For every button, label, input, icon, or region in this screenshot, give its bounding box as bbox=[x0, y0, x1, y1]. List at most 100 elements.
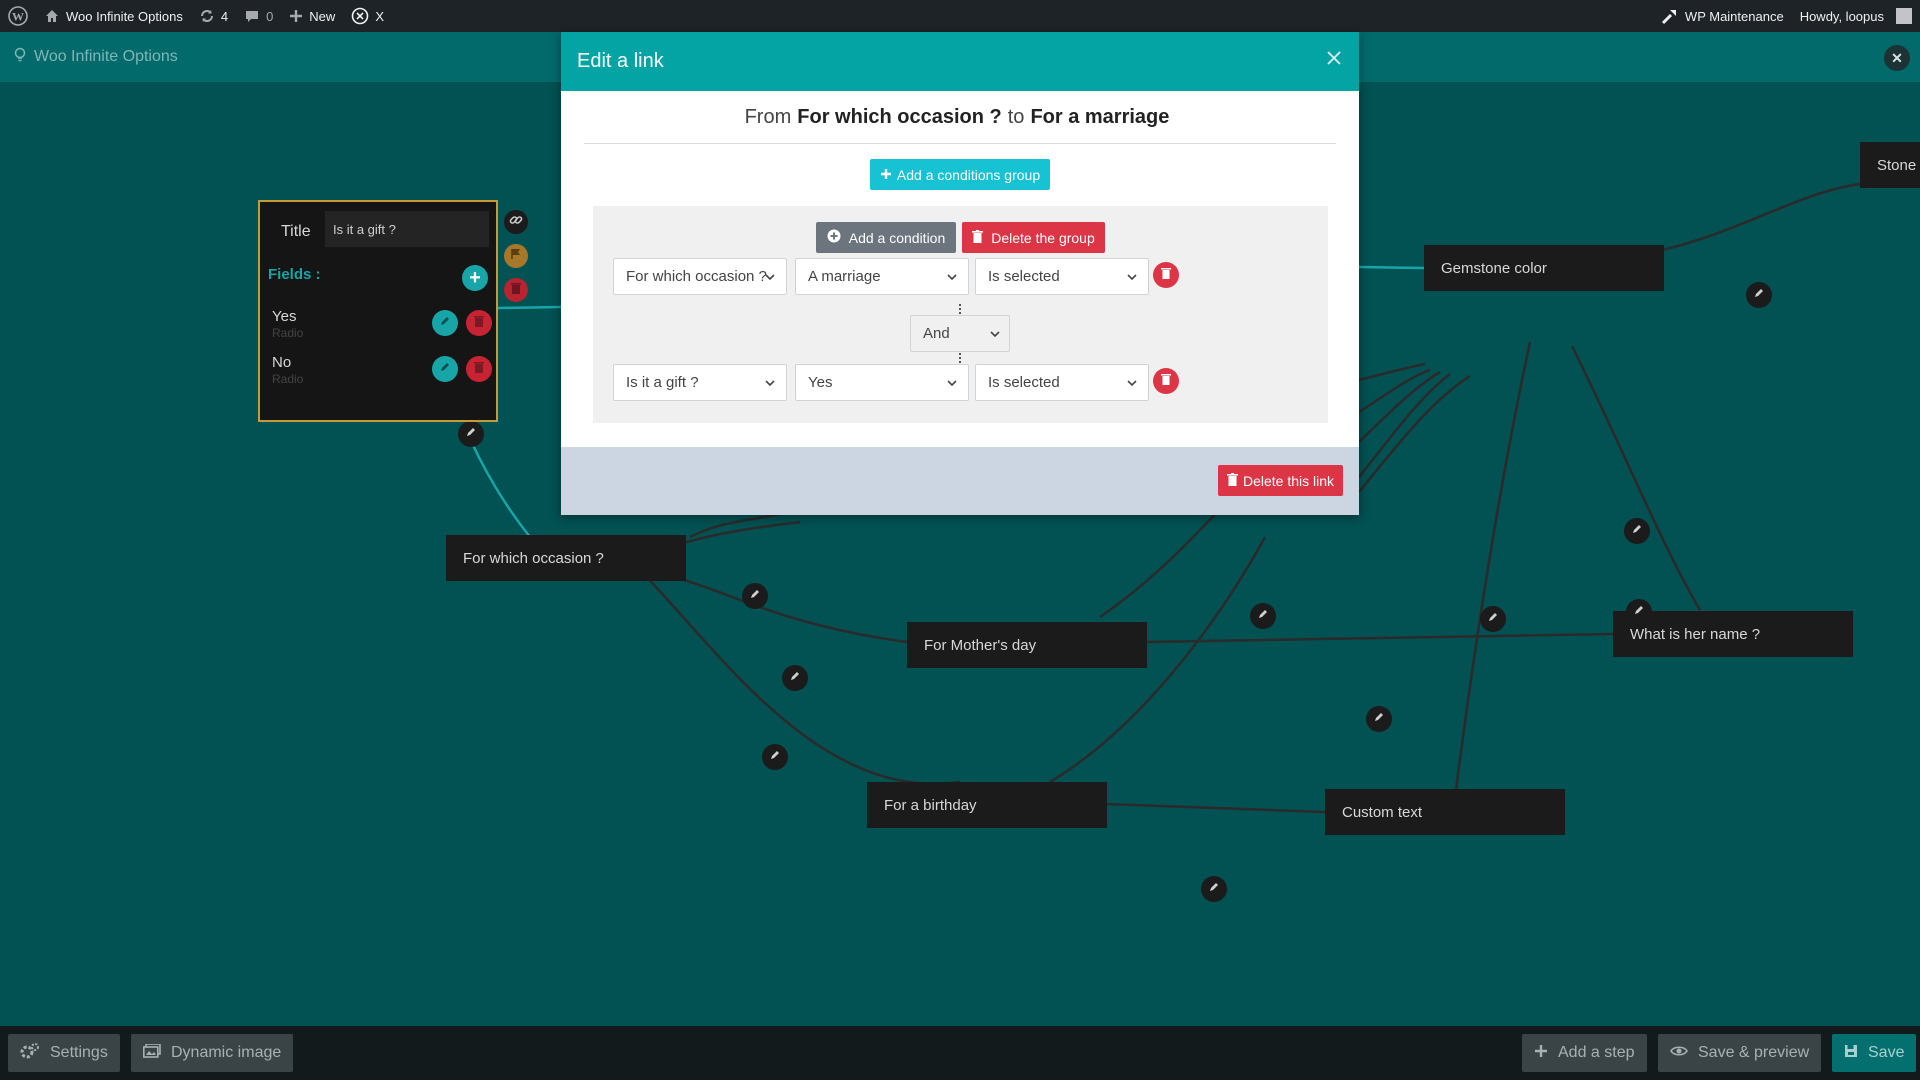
site-name-menu[interactable]: Woo Infinite Options bbox=[36, 0, 191, 32]
link-edit-pin[interactable] bbox=[1201, 876, 1227, 902]
trash-icon bbox=[474, 314, 484, 332]
link-edit-pin[interactable] bbox=[458, 421, 484, 447]
updates-menu[interactable]: 4 bbox=[191, 0, 236, 32]
step-node-label: Gemstone color bbox=[1441, 259, 1547, 277]
chevron-down-icon bbox=[989, 327, 1001, 344]
condition-operator-select[interactable]: Is selected bbox=[975, 364, 1149, 401]
pencil-icon bbox=[1753, 286, 1765, 304]
new-content-menu[interactable]: New bbox=[281, 0, 343, 32]
delete-link-button[interactable]: Delete this link bbox=[1218, 465, 1343, 496]
link-edit-pin[interactable] bbox=[1624, 518, 1650, 544]
link-birthday-custom bbox=[1104, 802, 1326, 814]
updates-count: 4 bbox=[220, 8, 229, 24]
edit-field-button[interactable] bbox=[432, 356, 458, 382]
wp-maintenance-label: WP Maintenance bbox=[1684, 8, 1784, 24]
link-gemstone-stone bbox=[1661, 182, 1861, 252]
step-title-input[interactable]: Is it a gift ? bbox=[325, 211, 489, 247]
link-edit-pin[interactable] bbox=[1366, 706, 1392, 732]
link-edit-pin[interactable] bbox=[762, 744, 788, 770]
step-node-custom-text[interactable]: Custom text bbox=[1325, 789, 1565, 835]
wp-admin-bar: W Woo Infinite Options 4 0 New X WP Main… bbox=[0, 0, 1920, 32]
pencil-icon bbox=[1633, 603, 1645, 621]
step-node-for-mothers-day[interactable]: For Mother's day bbox=[907, 622, 1147, 668]
chevron-down-icon bbox=[764, 270, 776, 287]
link-step-button[interactable] bbox=[504, 210, 528, 234]
link-edit-pin[interactable] bbox=[742, 583, 768, 609]
link-modal-gemstone-teal bbox=[1358, 265, 1426, 270]
delete-step-button[interactable] bbox=[504, 278, 528, 302]
step-node-label: For which occasion ? bbox=[463, 549, 604, 567]
delete-field-button[interactable] bbox=[466, 356, 492, 382]
modal-close-button[interactable] bbox=[1323, 49, 1345, 71]
delete-group-button[interactable]: Delete the group bbox=[962, 222, 1105, 253]
wp-logo-menu[interactable]: W bbox=[0, 0, 36, 32]
flag-step-button[interactable] bbox=[504, 244, 528, 268]
home-icon bbox=[44, 8, 60, 24]
save-preview-button[interactable]: Save & preview bbox=[1658, 1034, 1822, 1072]
link-modal-gemstone5 bbox=[1358, 374, 1471, 493]
select-value: Is selected bbox=[988, 268, 1060, 285]
condition-value-select[interactable]: A marriage bbox=[795, 258, 969, 295]
dynamic-image-button[interactable]: Dynamic image bbox=[131, 1034, 294, 1072]
delete-condition-button[interactable] bbox=[1153, 262, 1179, 288]
add-condition-label: Add a condition bbox=[848, 229, 946, 246]
plus-icon bbox=[289, 9, 303, 23]
condition-operator-select[interactable]: Is selected bbox=[975, 258, 1149, 295]
join-operator-select[interactable]: And bbox=[910, 315, 1010, 352]
pencil-icon bbox=[789, 669, 801, 687]
link-edit-pin[interactable] bbox=[1746, 282, 1772, 308]
link-modal-gemstone3 bbox=[1358, 370, 1441, 443]
modal-header: Edit a link bbox=[561, 32, 1359, 91]
link-edit-pin[interactable] bbox=[1626, 599, 1652, 625]
condition-field-select[interactable]: For which occasion ? bbox=[613, 258, 787, 295]
trash-icon bbox=[511, 281, 521, 299]
select-value: A marriage bbox=[808, 268, 881, 285]
x-label: X bbox=[375, 8, 384, 24]
add-conditions-group-button[interactable]: Add a conditions group bbox=[870, 159, 1050, 190]
add-step-button[interactable]: Add a step bbox=[1522, 1034, 1647, 1072]
step-node-for-a-birthday[interactable]: For a birthday bbox=[867, 782, 1107, 828]
plus-icon bbox=[1534, 1044, 1548, 1063]
settings-button[interactable]: Settings bbox=[8, 1034, 120, 1072]
link-gemstone-name bbox=[1570, 345, 1702, 611]
delete-condition-button[interactable] bbox=[1153, 368, 1179, 394]
link-route-heading: From For which occasion ? to For a marri… bbox=[584, 91, 1336, 144]
plugin-title-label: Woo Infinite Options bbox=[34, 48, 178, 65]
chevron-down-icon bbox=[946, 270, 958, 287]
step-node-gemstone-color[interactable]: Gemstone color bbox=[1424, 245, 1664, 291]
plus-icon: + bbox=[469, 266, 481, 289]
flag-icon bbox=[510, 247, 522, 265]
delete-field-button[interactable] bbox=[466, 310, 492, 336]
condition-field-select[interactable]: Is it a gift ? bbox=[613, 364, 787, 401]
pencil-icon bbox=[1631, 522, 1643, 540]
pencil-icon bbox=[439, 314, 451, 332]
trash-icon bbox=[1226, 472, 1238, 489]
link-modal-gemstone4 bbox=[1358, 373, 1451, 478]
edit-field-button[interactable] bbox=[432, 310, 458, 336]
x-menu[interactable]: X bbox=[343, 0, 392, 32]
link-edit-pin[interactable] bbox=[782, 665, 808, 691]
add-condition-button[interactable]: Add a condition bbox=[816, 222, 956, 253]
condition-value-select[interactable]: Yes bbox=[795, 364, 969, 401]
comments-menu[interactable]: 0 bbox=[236, 0, 281, 32]
select-value: And bbox=[923, 325, 950, 342]
comment-icon bbox=[244, 8, 260, 24]
trash-icon bbox=[1161, 372, 1171, 390]
link-edit-pin[interactable] bbox=[1250, 603, 1276, 629]
step-title-label: Title bbox=[281, 223, 311, 240]
route-from-prefix: From bbox=[744, 105, 792, 128]
step-node-stone[interactable]: Stone bbox=[1860, 142, 1920, 188]
step-node-for-which-occasion[interactable]: For which occasion ? bbox=[446, 535, 686, 581]
link-edit-pin[interactable] bbox=[1480, 606, 1506, 632]
step-title-value: Is it a gift ? bbox=[333, 221, 396, 237]
my-account-menu[interactable]: Howdy, loopus bbox=[1792, 0, 1920, 32]
site-name-label: Woo Infinite Options bbox=[66, 8, 183, 24]
plugin-close-button[interactable]: ✕ bbox=[1884, 45, 1910, 71]
comments-count: 0 bbox=[266, 8, 274, 24]
add-field-button[interactable]: + bbox=[462, 265, 488, 291]
plugin-title: Woo Infinite Options bbox=[14, 47, 178, 68]
save-button[interactable]: Save bbox=[1832, 1034, 1917, 1072]
trash-icon bbox=[474, 360, 484, 378]
wp-maintenance-menu[interactable]: WP Maintenance bbox=[1653, 0, 1792, 32]
chevron-down-icon bbox=[1126, 376, 1138, 393]
